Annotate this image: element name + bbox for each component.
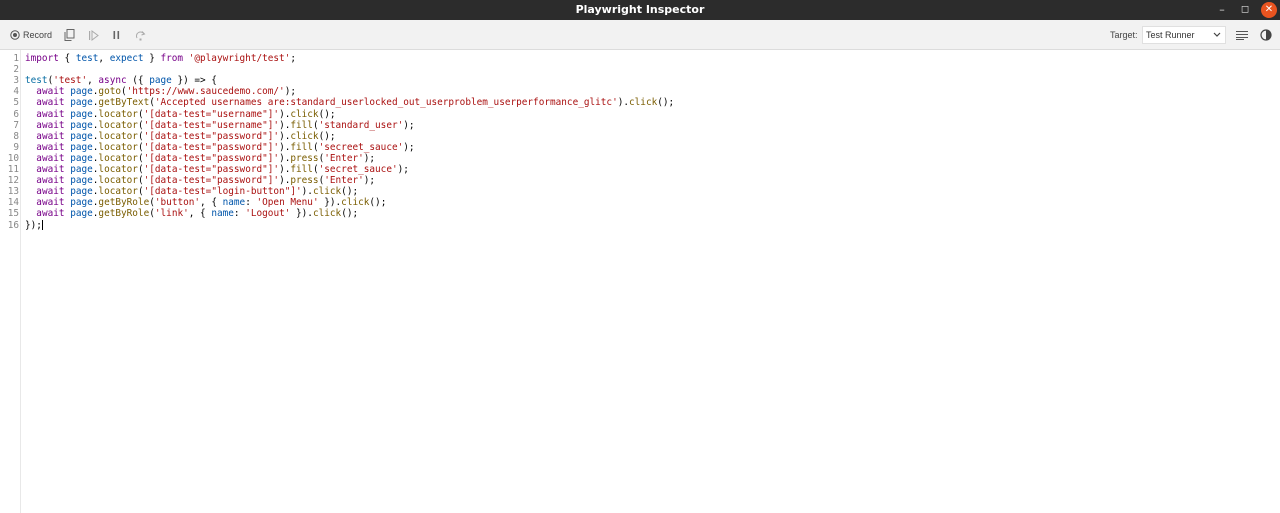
line-number: 3 bbox=[13, 75, 19, 87]
step-over-button[interactable] bbox=[135, 20, 146, 50]
line-number: 6 bbox=[13, 108, 19, 120]
line-number: 12 bbox=[7, 175, 19, 187]
line-number: 13 bbox=[7, 186, 19, 198]
pause-button[interactable] bbox=[112, 20, 121, 50]
line-number: 16 bbox=[7, 219, 19, 231]
line-number: 7 bbox=[13, 119, 19, 131]
code-text: await page.getByText('Accepted usernames… bbox=[36, 97, 675, 109]
code-text: }); bbox=[25, 219, 43, 231]
code-text: await page.locator('[data-test="password… bbox=[36, 175, 376, 187]
line-number: 8 bbox=[13, 130, 19, 142]
close-button[interactable]: ✕ bbox=[1261, 2, 1277, 18]
code-text: await page.locator('[data-test="password… bbox=[36, 152, 376, 164]
theme-toggle-button[interactable] bbox=[1260, 20, 1272, 50]
maximize-button[interactable]: ◻ bbox=[1237, 0, 1253, 20]
target-label: Target: bbox=[1110, 30, 1138, 40]
code-text: await page.locator('[data-test="password… bbox=[36, 164, 409, 175]
minimize-button[interactable]: – bbox=[1214, 0, 1230, 20]
code-text: await page.goto('https://www.saucedemo.c… bbox=[36, 86, 296, 98]
line-number: 15 bbox=[7, 208, 19, 220]
pause-icon bbox=[112, 30, 121, 40]
code-text: await page.locator('[data-test="username… bbox=[36, 119, 415, 131]
resume-icon bbox=[88, 29, 99, 41]
window-title: Playwright Inspector bbox=[575, 3, 705, 16]
code-text: test('test', async ({ page }) => { bbox=[25, 75, 217, 87]
target-select[interactable]: Test Runner bbox=[1142, 26, 1226, 44]
copy-button[interactable] bbox=[64, 20, 75, 50]
toolbar: Record Target: Test Runner bbox=[0, 20, 1280, 50]
record-label: Record bbox=[23, 30, 53, 40]
code-text: await page.locator('[data-test="username… bbox=[36, 108, 336, 120]
line-number: 11 bbox=[7, 164, 19, 175]
line-number: 4 bbox=[13, 86, 19, 98]
theme-toggle-icon bbox=[1260, 29, 1272, 41]
record-button[interactable]: Record bbox=[10, 20, 52, 50]
code-text: import { test, expect } from '@playwrigh… bbox=[25, 53, 296, 64]
record-icon bbox=[10, 30, 20, 40]
line-number: 5 bbox=[13, 97, 19, 109]
lines-icon bbox=[1236, 30, 1248, 40]
code-text: await page.getByRole('button', { name: '… bbox=[36, 197, 387, 209]
code-editor[interactable]: 1 import { test, expect } from '@playwrig… bbox=[0, 50, 1280, 513]
line-number: 9 bbox=[13, 141, 19, 153]
window-titlebar: Playwright Inspector – ◻ ✕ bbox=[0, 0, 1280, 20]
step-over-icon bbox=[135, 30, 146, 41]
code-text: await page.locator('[data-test="password… bbox=[36, 130, 336, 142]
code-text: await page.locator('[data-test="login-bu… bbox=[36, 186, 359, 198]
chevron-down-icon bbox=[1213, 27, 1221, 49]
line-number: 10 bbox=[7, 152, 19, 164]
line-number: 14 bbox=[7, 197, 19, 209]
code-text: await page.getByRole('link', { name: 'Lo… bbox=[36, 208, 359, 220]
toggle-log-button[interactable] bbox=[1236, 20, 1248, 50]
line-number: 1 bbox=[13, 53, 19, 64]
resume-button[interactable] bbox=[88, 20, 99, 50]
code-text: await page.locator('[data-test="password… bbox=[36, 141, 415, 153]
target-select-value: Test Runner bbox=[1146, 30, 1195, 40]
text-cursor bbox=[41, 220, 43, 230]
line-number: 2 bbox=[13, 64, 19, 76]
copy-icon bbox=[64, 29, 75, 41]
